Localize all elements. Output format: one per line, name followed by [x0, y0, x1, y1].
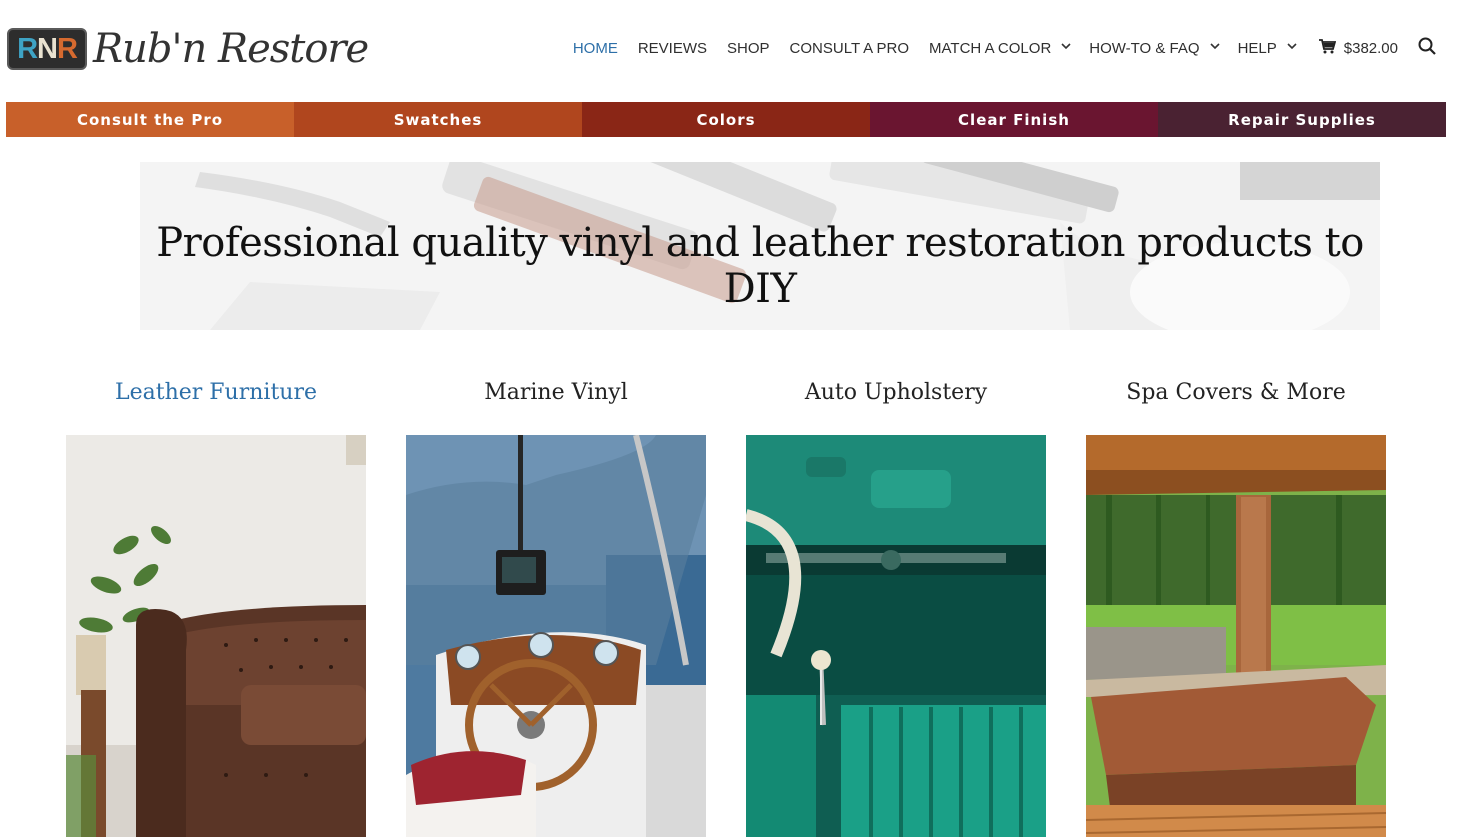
chevron-down-icon[interactable] [1210, 42, 1220, 50]
category-bar: Consult the Pro Swatches Colors Clear Fi… [6, 102, 1446, 137]
category-image-spa-covers[interactable] [1086, 435, 1386, 837]
nav-label: HELP [1237, 39, 1277, 57]
logo-letter-n: N [37, 32, 58, 65]
hero-headline: Professional quality vinyl and leather r… [156, 220, 1364, 312]
category-bar-clear-finish[interactable]: Clear Finish [870, 102, 1158, 137]
nav-label: HOME [572, 39, 618, 57]
category-title[interactable]: Leather Furniture [66, 380, 366, 424]
nav-item-shop[interactable]: SHOP [727, 40, 770, 57]
cart-link[interactable]: $382.00 [1318, 38, 1398, 58]
category-card-leather-furniture: Leather Furniture [66, 380, 366, 837]
logo-letter-r2: R [56, 32, 78, 65]
category-bar-swatches[interactable]: Swatches [294, 102, 582, 137]
category-title[interactable]: Auto Upholstery [746, 380, 1046, 424]
category-card-auto-upholstery: Auto Upholstery [746, 380, 1046, 837]
chevron-down-icon[interactable] [1061, 42, 1071, 50]
search-icon[interactable] [1418, 37, 1436, 60]
category-image-leather-furniture[interactable] [66, 435, 366, 837]
category-bar-consult-the-pro[interactable]: Consult the Pro [6, 102, 294, 137]
category-bar-label: Colors [696, 110, 756, 129]
nav-item-consult-a-pro[interactable]: CONSULT A PRO [790, 40, 909, 57]
cart-total: $382.00 [1343, 39, 1398, 57]
site-logo[interactable]: RNR Rub'n Restore [7, 26, 369, 72]
category-bar-label: Clear Finish [958, 110, 1070, 129]
category-bar-label: Swatches [393, 110, 483, 129]
category-title[interactable]: Spa Covers & More [1086, 380, 1386, 424]
nav-label: MATCH A COLOR [929, 39, 1052, 57]
category-bar-label: Repair Supplies [1228, 110, 1376, 129]
logo-letter-r1: R [17, 32, 38, 65]
main-nav: HOME REVIEWS SHOP CONSULT A PRO MATCH A … [553, 36, 1458, 60]
category-bar-colors[interactable]: Colors [582, 102, 870, 137]
nav-item-reviews[interactable]: REVIEWS [638, 40, 707, 57]
logo-wordmark: Rub'n Restore [93, 26, 369, 72]
nav-item-home[interactable]: HOME [573, 40, 618, 57]
hero-banner: Professional quality vinyl and leather r… [140, 162, 1380, 330]
category-card-marine-vinyl: Marine Vinyl [406, 380, 706, 837]
category-title[interactable]: Marine Vinyl [406, 380, 706, 424]
nav-label: SHOP [727, 39, 770, 57]
category-image-marine-vinyl[interactable] [406, 435, 706, 837]
chevron-down-icon[interactable] [1287, 42, 1297, 50]
category-card-spa-covers: Spa Covers & More [1086, 380, 1386, 837]
site-header: RNR Rub'n Restore HOME REVIEWS SHOP CONS… [0, 0, 1458, 100]
category-image-auto-upholstery[interactable] [746, 435, 1046, 837]
nav-item-match-a-color[interactable]: MATCH A COLOR [929, 39, 1071, 57]
category-bar-label: Consult the Pro [76, 110, 224, 129]
logo-badge: RNR [7, 28, 87, 70]
nav-label: CONSULT A PRO [789, 39, 910, 57]
shopping-cart-icon [1318, 38, 1336, 58]
category-bar-repair-supplies[interactable]: Repair Supplies [1158, 102, 1446, 137]
nav-label: HOW-TO & FAQ [1089, 39, 1200, 57]
nav-item-how-to-faq[interactable]: HOW-TO & FAQ [1089, 39, 1220, 57]
nav-label: REVIEWS [637, 39, 708, 57]
nav-item-help[interactable]: HELP [1237, 39, 1297, 57]
